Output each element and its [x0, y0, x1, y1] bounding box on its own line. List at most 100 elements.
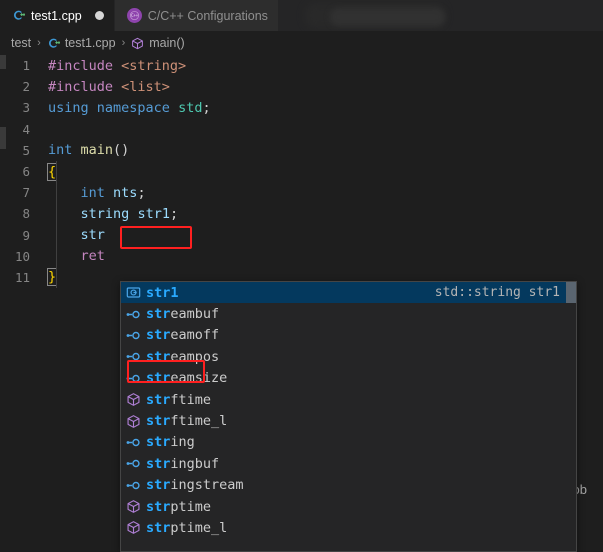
completion-label-rest: ing	[170, 434, 195, 451]
code-token: main	[80, 142, 114, 159]
completion-item-strftime_l[interactable]: strftime_l	[121, 410, 576, 431]
code-editor[interactable]: 1 #include <string> 2 #include <list> 3 using…	[0, 55, 603, 552]
code-token: str1	[137, 205, 170, 222]
completion-match-prefix: str	[146, 391, 171, 408]
code-token: #include	[48, 57, 122, 74]
completion-item-stringbuf[interactable]: stringbuf	[121, 453, 576, 474]
interface-icon	[125, 371, 142, 386]
completion-label-rest: ftime_l	[170, 413, 228, 430]
code-line[interactable]: 2 #include <list>	[0, 76, 603, 97]
code-line[interactable]: 8 string str1;	[0, 203, 603, 225]
line-number: 2	[22, 79, 30, 95]
code-token: nts	[113, 184, 138, 201]
completion-item-label: streamoff	[146, 327, 219, 343]
completion-match-prefix: str	[146, 455, 171, 472]
breadcrumb-item-file[interactable]: test1.cpp	[47, 36, 116, 50]
code-line[interactable]: 5 int main()	[0, 140, 603, 161]
code-token: string	[80, 205, 130, 222]
struct-icon	[125, 499, 142, 514]
line-number: 9	[22, 227, 30, 243]
interface-icon	[125, 307, 142, 322]
completion-item-label: string	[146, 434, 195, 450]
variable-icon	[125, 285, 142, 300]
line-number: 4	[22, 121, 30, 137]
unsaved-indicator-dot[interactable]	[94, 11, 104, 20]
completion-item-stringstream[interactable]: stringstream	[121, 475, 576, 496]
code-token: str	[80, 227, 105, 244]
tab-label: test1.cpp	[31, 8, 82, 23]
completion-item-label: streambuf	[146, 306, 219, 322]
indent-guide	[56, 266, 57, 289]
completion-item-strptime_l[interactable]: strptime_l	[121, 517, 576, 538]
tab-label: C/C++ Configurations	[147, 8, 268, 23]
interface-icon	[125, 349, 142, 364]
completion-detail-text: std::string str1	[434, 285, 560, 301]
completion-label-rest: eampos	[170, 348, 220, 365]
code-line[interactable]: 1 #include <string>	[0, 55, 603, 76]
code-token: ;	[137, 184, 146, 201]
code-text: using namespace std;	[40, 100, 211, 116]
code-line[interactable]: 9 str	[0, 224, 603, 246]
completion-match-prefix: str	[146, 519, 171, 536]
completion-item-label: strptime	[146, 499, 211, 515]
code-text: {	[40, 162, 58, 181]
completion-label-rest: eamoff	[170, 327, 220, 344]
interface-icon	[125, 435, 142, 450]
completion-item-streambuf[interactable]: streambuf	[121, 303, 576, 324]
completion-label-rest: eamsize	[170, 370, 228, 387]
completion-match-prefix: str	[146, 413, 171, 430]
code-line[interactable]: 3 using namespace std;	[0, 97, 603, 118]
code-text: string str1;	[40, 205, 179, 222]
completion-item-strptime[interactable]: strptime	[121, 496, 576, 517]
indent-guide	[56, 182, 57, 204]
breadcrumb-item-folder[interactable]: test	[11, 36, 31, 50]
indent-guide	[56, 245, 57, 267]
code-line[interactable]: 4	[0, 119, 603, 140]
completion-item-streampos[interactable]: streampos	[121, 346, 576, 367]
code-line[interactable]: 10 ret	[0, 245, 603, 267]
breadcrumb-separator: ›	[121, 37, 126, 49]
completion-item-label: stringstream	[146, 477, 244, 493]
completion-item-strftime[interactable]: strftime	[121, 389, 576, 410]
breadcrumb-label: main()	[149, 36, 185, 50]
breadcrumb: test › test1.cpp › main()	[0, 31, 603, 55]
completion-item-label: stringbuf	[146, 456, 219, 472]
indent-guide	[56, 203, 57, 225]
breadcrumb-item-symbol[interactable]: main()	[131, 36, 185, 50]
line-number: 7	[22, 185, 30, 201]
breadcrumb-label: test	[11, 36, 32, 50]
code-text: #include <list>	[40, 79, 170, 95]
completion-item-label: strftime_l	[146, 413, 227, 429]
completion-match-prefix: str	[146, 498, 171, 515]
struct-icon	[125, 414, 142, 429]
completion-item-streamoff[interactable]: streamoff	[121, 325, 576, 346]
code-text: }	[40, 268, 58, 287]
tab-test1-cpp[interactable]: test1.cpp	[0, 0, 115, 31]
suggest-widget-scrollbar[interactable]	[566, 282, 576, 303]
completion-item-label: strftime	[146, 392, 211, 408]
code-token: int	[48, 142, 73, 159]
code-line[interactable]: 7 int nts;	[0, 182, 603, 204]
cpp-file-icon	[48, 38, 60, 48]
code-token: ()	[113, 142, 130, 159]
completion-item-str1[interactable]: str1 std::string str1	[121, 282, 576, 304]
completion-item-label: str1	[146, 285, 179, 301]
completion-item-string[interactable]: string	[121, 432, 576, 453]
line-number: 11	[14, 269, 30, 285]
code-line[interactable]: 6{	[0, 160, 603, 183]
completion-item-streamsize[interactable]: streamsize	[121, 368, 576, 389]
completion-label-rest: eambuf	[170, 306, 220, 323]
interface-icon	[125, 328, 142, 343]
breadcrumb-label: test1.cpp	[64, 36, 116, 50]
vscode-window: test1.cpp C++ C/C++ Configurations test …	[0, 0, 603, 552]
interface-icon	[125, 478, 142, 493]
code-token: using	[48, 99, 89, 116]
tab-cpp-configurations[interactable]: C++ C/C++ Configurations	[114, 0, 279, 31]
autocomplete-suggest-widget[interactable]: str1 std::string str1 streambuf streamoff st…	[120, 281, 577, 552]
code-token: <list>	[121, 78, 170, 95]
